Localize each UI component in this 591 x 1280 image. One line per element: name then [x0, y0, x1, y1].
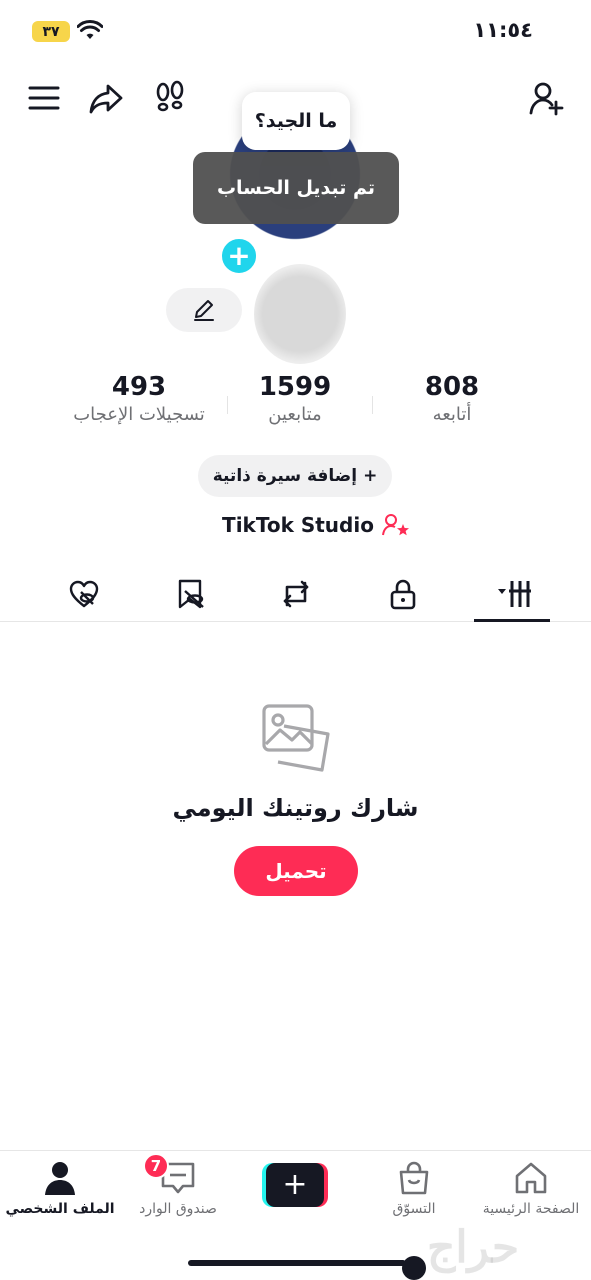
menu-icon[interactable]	[24, 78, 64, 118]
footprints-icon[interactable]	[150, 78, 190, 118]
create-button[interactable]: +	[262, 1163, 328, 1207]
tiktok-studio-link[interactable]: TikTok Studio	[216, 510, 416, 540]
blurred-username	[254, 264, 346, 364]
upload-button[interactable]: تحميل	[234, 846, 358, 896]
followers-count: 1599	[258, 372, 332, 402]
nav-home-label: الصفحة الرئيسية	[482, 1201, 580, 1217]
account-switched-toast: تم تبديل الحساب	[193, 152, 399, 224]
tab-reposts[interactable]	[268, 572, 324, 616]
followers-label: متابعين	[268, 404, 322, 425]
nav-inbox-label: صندوق الوارد	[139, 1201, 217, 1217]
inbox-badge: 7	[143, 1153, 169, 1179]
following-count: 808	[424, 372, 480, 402]
add-bio-label: إضافة سيرة ذاتية	[212, 466, 358, 486]
nav-shop[interactable]: التسوّق	[354, 1159, 474, 1217]
create-plus-icon: +	[266, 1163, 324, 1207]
empty-state-title: شارك روتينك اليومي	[172, 794, 419, 822]
wifi-icon	[77, 20, 103, 39]
add-friend-icon[interactable]	[526, 78, 566, 118]
photos-icon	[262, 704, 330, 772]
battery-indicator: ٣٧	[32, 21, 70, 42]
status-bar: ٣٧ ١١:٥٤	[0, 0, 591, 62]
plus-icon: +	[363, 466, 378, 486]
edit-profile-button[interactable]	[166, 288, 242, 332]
liked-hidden-icon	[69, 580, 99, 608]
creator-star-icon	[381, 514, 409, 536]
home-indicator[interactable]	[188, 1260, 406, 1266]
stat-divider	[372, 396, 373, 414]
home-indicator-dot	[402, 1256, 426, 1280]
following-label: أتابعه	[432, 404, 472, 425]
likes-stat[interactable]: 493 تسجيلات الإعجاب	[59, 372, 219, 425]
following-stat[interactable]: 808 أتابعه	[392, 372, 512, 425]
tab-private[interactable]	[375, 572, 431, 616]
tab-liked[interactable]	[56, 572, 112, 616]
nav-profile[interactable]: الملف الشخصي	[0, 1159, 120, 1217]
favorites-hidden-icon	[178, 579, 204, 609]
tab-favorites[interactable]	[162, 572, 218, 616]
nav-inbox[interactable]: صندوق الوارد	[118, 1159, 238, 1217]
repost-icon	[283, 580, 309, 608]
pencil-icon	[194, 300, 214, 321]
lock-icon	[390, 579, 416, 610]
grid-icon	[498, 581, 531, 607]
add-bio-button[interactable]: + إضافة سيرة ذاتية	[198, 455, 392, 497]
profile-icon	[45, 1162, 75, 1195]
home-icon	[515, 1162, 547, 1194]
studio-label: TikTok Studio	[222, 513, 374, 537]
followers-stat[interactable]: 1599 متابعين	[225, 372, 365, 425]
likes-count: 493	[111, 372, 167, 402]
whats-good-tooltip[interactable]: ما الجيد؟	[242, 92, 350, 150]
shopping-bag-icon	[399, 1161, 429, 1195]
nav-profile-label: الملف الشخصي	[5, 1201, 115, 1217]
nav-home[interactable]: الصفحة الرئيسية	[471, 1159, 591, 1217]
add-avatar-plus-icon[interactable]: +	[219, 236, 259, 276]
tab-videos[interactable]	[484, 572, 544, 616]
nav-shop-label: التسوّق	[392, 1201, 436, 1217]
likes-label: تسجيلات الإعجاب	[73, 404, 205, 425]
active-tab-underline	[474, 619, 550, 622]
battery-level: ٣٧	[42, 23, 60, 40]
share-icon[interactable]	[86, 78, 126, 118]
profile-tabs	[0, 566, 591, 622]
status-time: ١١:٥٤	[473, 18, 533, 42]
